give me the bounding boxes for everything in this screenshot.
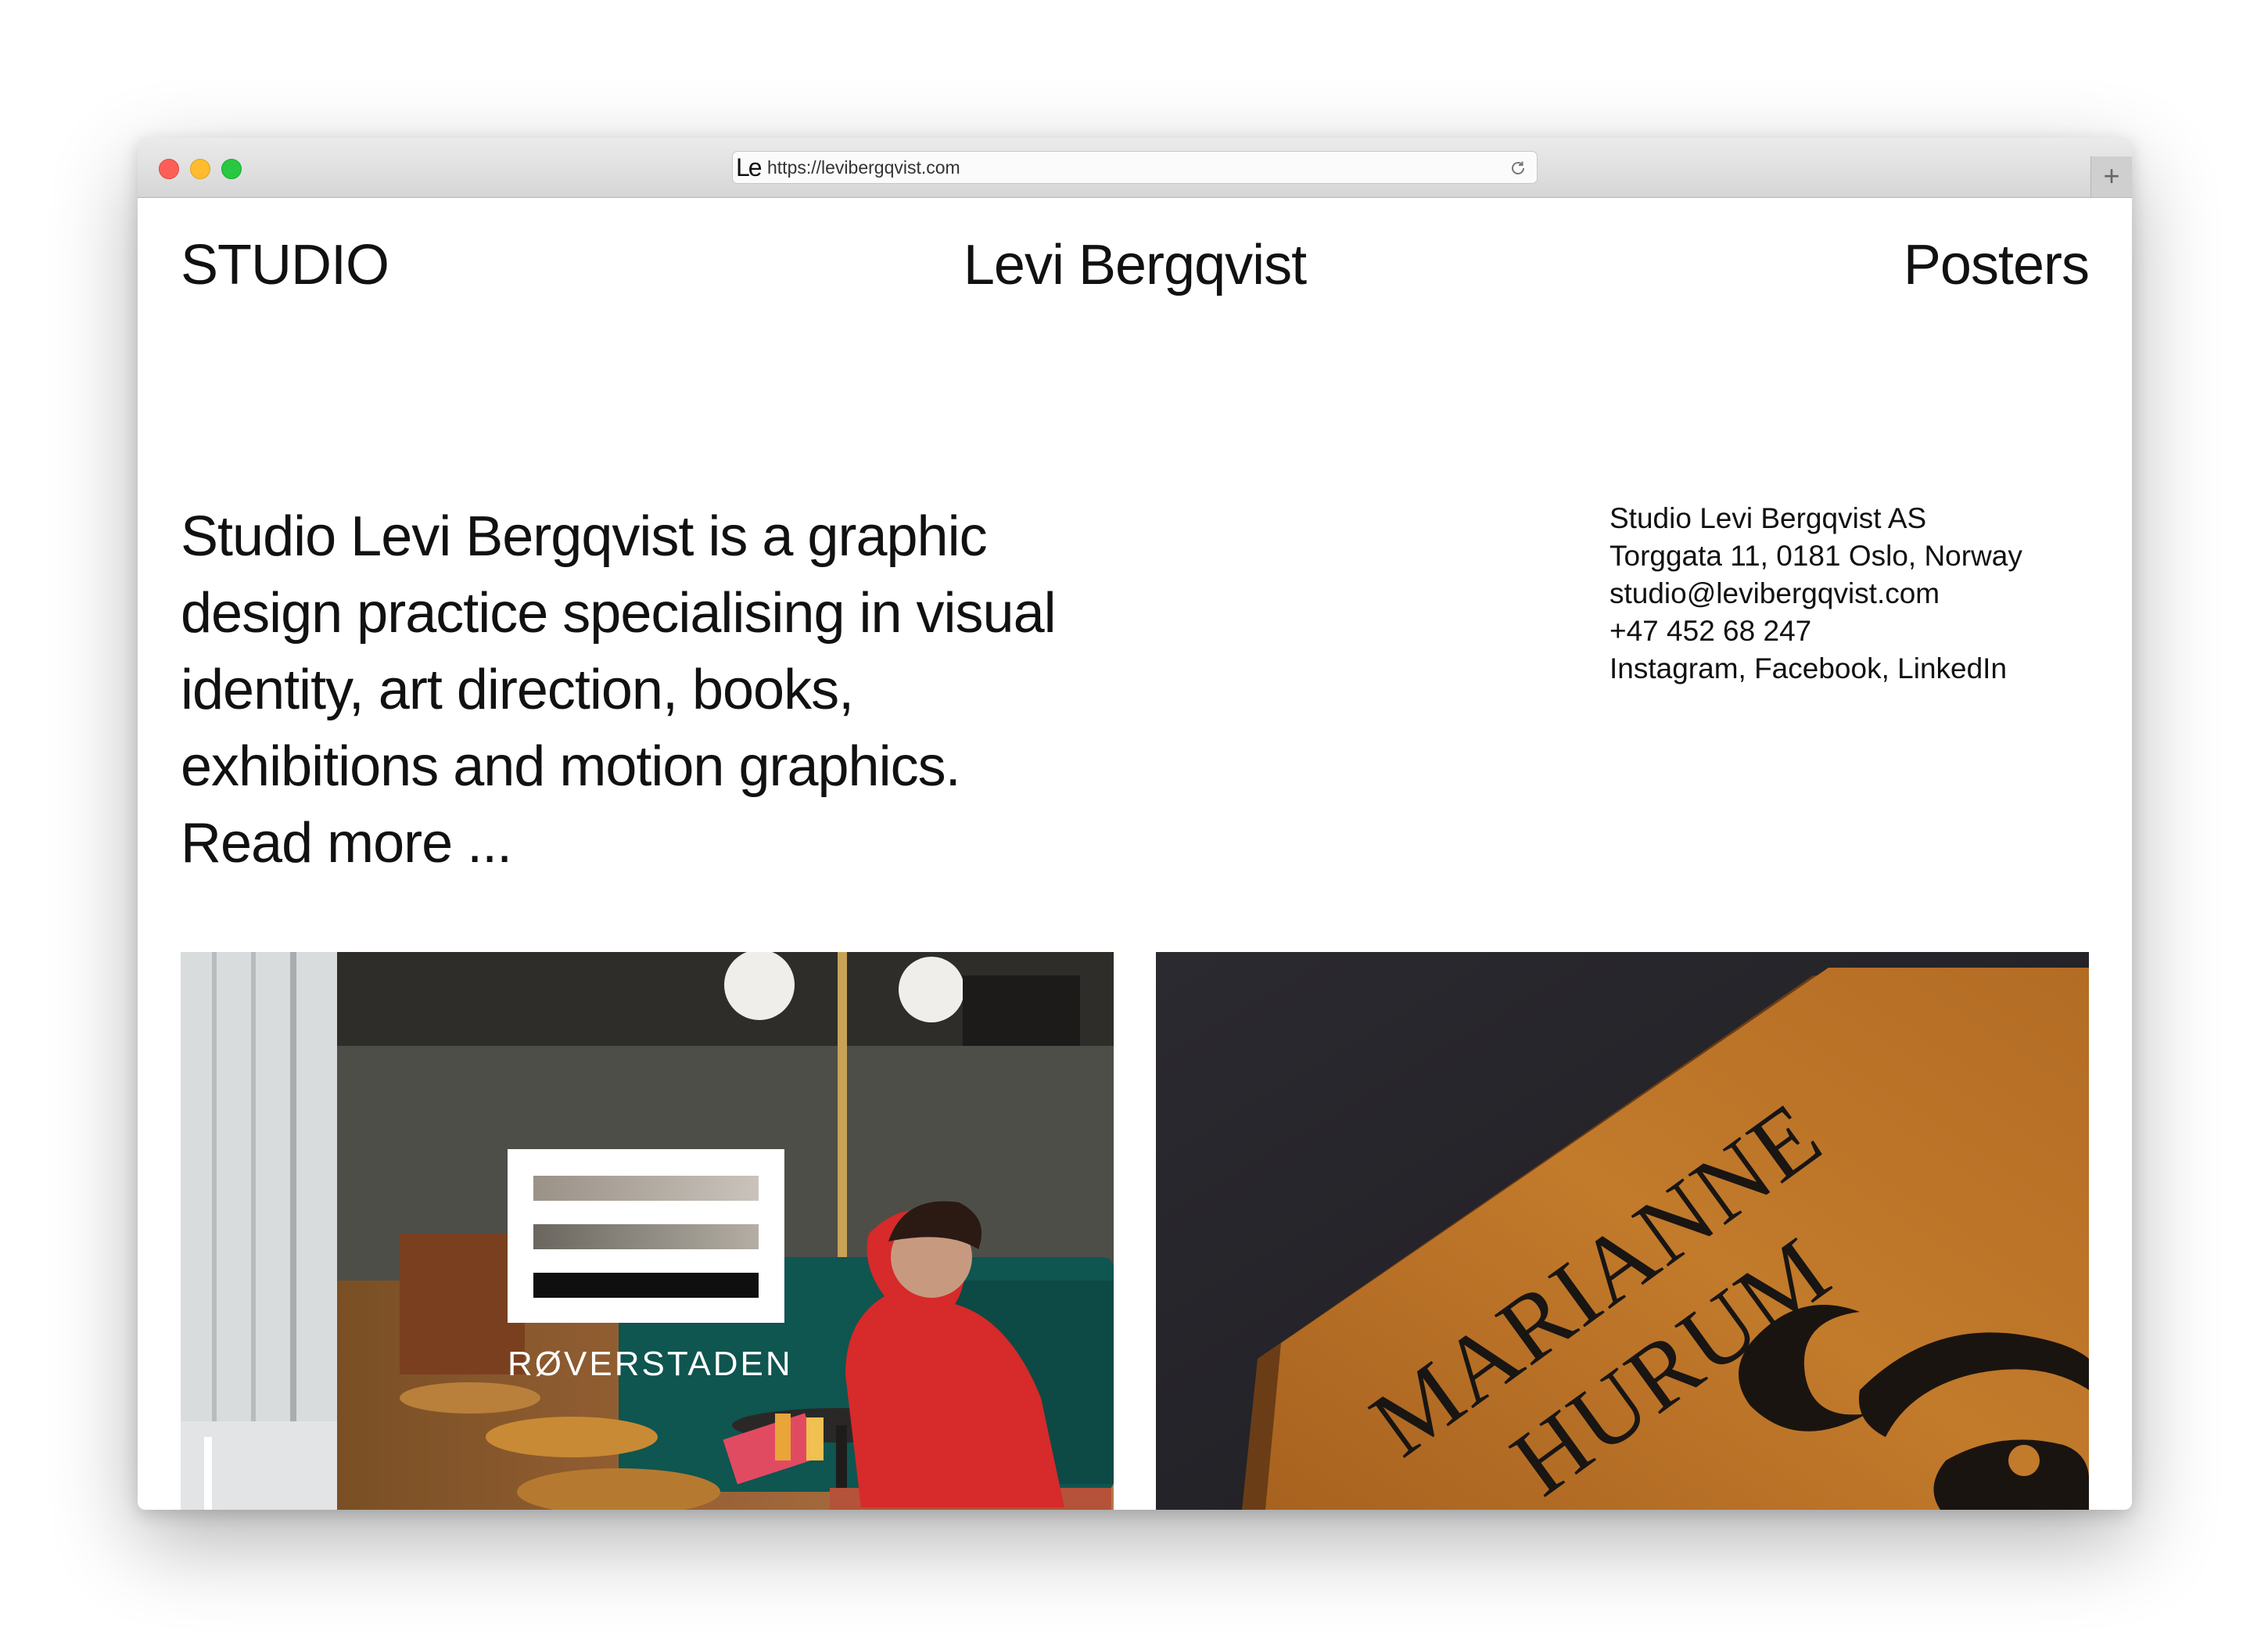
project-roverstaden[interactable]: RØVERSTADEN bbox=[181, 952, 1114, 1510]
intro-section: Studio Levi Bergqvist is a graphic desig… bbox=[181, 498, 1119, 882]
url-text[interactable]: https://levibergqvist.com bbox=[767, 152, 960, 183]
address-bar[interactable]: Le https://levibergqvist.com bbox=[732, 151, 1538, 184]
zoom-window-button[interactable] bbox=[221, 159, 242, 179]
logo-bar-middle bbox=[533, 1224, 759, 1249]
book-cover-text: MARIANNE HURUM bbox=[1156, 952, 2089, 1510]
logo-bar-top bbox=[533, 1176, 759, 1201]
nav-posters-link[interactable]: Posters bbox=[1904, 232, 2090, 298]
browser-window: Le https://levibergqvist.com + STUDIO Le… bbox=[138, 138, 2132, 1510]
reload-icon[interactable] bbox=[1509, 159, 1527, 178]
intro-text: Studio Levi Bergqvist is a graphic desig… bbox=[181, 505, 1057, 798]
roverstaden-wordmark: RØVERSTADEN bbox=[508, 1345, 793, 1383]
facebook-link[interactable]: Facebook bbox=[1754, 652, 1882, 684]
company-name: Studio Levi Bergqvist AS bbox=[1609, 502, 1927, 534]
minimize-window-button[interactable] bbox=[190, 159, 210, 179]
social-links: Instagram, Facebook, LinkedIn bbox=[1609, 652, 2008, 684]
project-marianne-hurum[interactable]: MARIANNE HURUM bbox=[1156, 952, 2089, 1510]
browser-toolbar: Le https://levibergqvist.com + bbox=[138, 138, 2132, 198]
close-window-button[interactable] bbox=[159, 159, 179, 179]
address: Torggata 11, 0181 Oslo, Norway bbox=[1609, 540, 2022, 572]
instagram-link[interactable]: Instagram bbox=[1609, 652, 1739, 684]
site-favicon: Le bbox=[736, 153, 763, 181]
new-tab-button[interactable]: + bbox=[2090, 156, 2132, 197]
contact-block: Studio Levi Bergqvist AS Torggata 11, 01… bbox=[1609, 500, 2022, 688]
linkedin-link[interactable]: LinkedIn bbox=[1897, 652, 2007, 684]
roverstaden-logo bbox=[508, 1149, 784, 1323]
site-title-link[interactable]: Levi Bergqvist bbox=[138, 232, 2132, 298]
email-link[interactable]: studio@levibergqvist.com bbox=[1609, 575, 2022, 613]
phone-number[interactable]: +47 452 68 247 bbox=[1609, 613, 2022, 650]
read-more-link[interactable]: Read more ... bbox=[181, 812, 512, 875]
logo-bar-bottom bbox=[533, 1273, 759, 1298]
web-page: STUDIO Levi Bergqvist Posters Studio Lev… bbox=[138, 198, 2132, 1510]
